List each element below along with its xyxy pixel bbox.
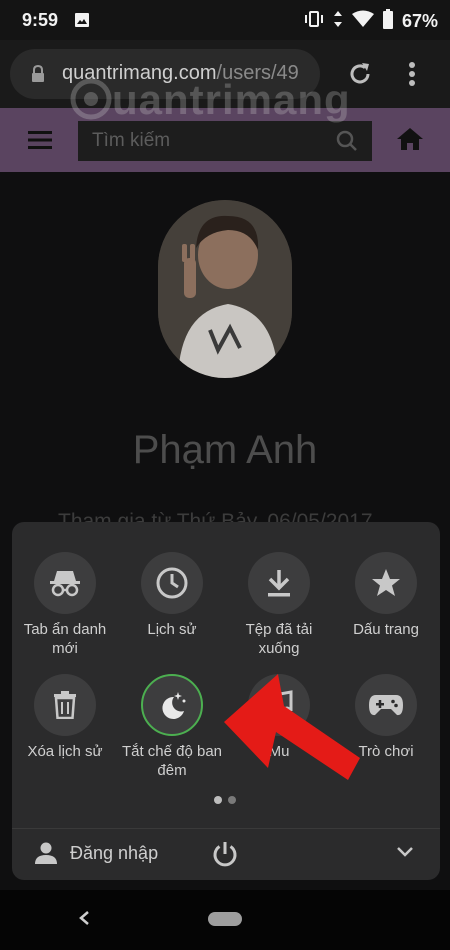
vibrate-icon [304,10,324,33]
night-mode-icon [141,674,203,736]
menu-item-incognito-tab[interactable]: Tab ẩn danh mới [12,552,118,658]
menu-item-bookmarks[interactable]: Dấu trang [333,552,439,639]
login-row: Đăng nhập [12,828,440,880]
hamburger-icon[interactable] [28,131,52,154]
chevron-down-icon[interactable] [396,845,414,863]
menu-item-label: Tab ẩn danh mới [23,621,107,657]
menu-item-label: Tệp đã tải xuống [245,621,313,657]
red-arrow-annotation [224,674,360,780]
profile-name: Phạm Anh [132,428,318,472]
history-icon [141,552,203,614]
more-vert-icon[interactable] [408,62,416,91]
system-nav-bar [0,890,450,950]
menu-item-history[interactable]: Lịch sử [119,552,225,639]
home-pill-button[interactable] [208,912,242,926]
star-icon [355,552,417,614]
trash-icon [34,674,96,736]
data-arrows-icon [332,10,344,33]
status-bar: 9:59 67% [0,0,450,40]
home-icon[interactable] [397,128,423,155]
login-link[interactable]: Đăng nhập [70,843,158,864]
avatar [158,200,292,378]
person-icon[interactable] [34,841,58,870]
search-placeholder: Tìm kiếm [92,130,171,151]
battery-percent: 67% [401,11,438,31]
menu-item-downloads[interactable]: Tệp đã tải xuống [226,552,332,658]
status-time: 9:59 [22,10,59,30]
power-icon[interactable] [212,840,238,873]
wifi-icon [351,10,374,33]
back-icon[interactable] [78,910,90,931]
menu-item-label: Dấu trang [353,621,419,638]
lock-icon [30,64,46,88]
incognito-icon [34,552,96,614]
menu-item-label: Xóa lịch sử [27,743,103,760]
search-icon[interactable] [336,130,358,157]
site-search-input[interactable]: Tìm kiếm [78,121,372,161]
menu-item-clear-history[interactable]: Xóa lịch sử [12,674,118,761]
gallery-icon [74,12,90,33]
site-logo-watermark: uantrimang [70,76,351,124]
download-icon [248,552,310,614]
battery-icon [382,9,394,34]
menu-item-label: Lịch sử [147,621,197,638]
logo-text: uantrimang [112,76,351,123]
